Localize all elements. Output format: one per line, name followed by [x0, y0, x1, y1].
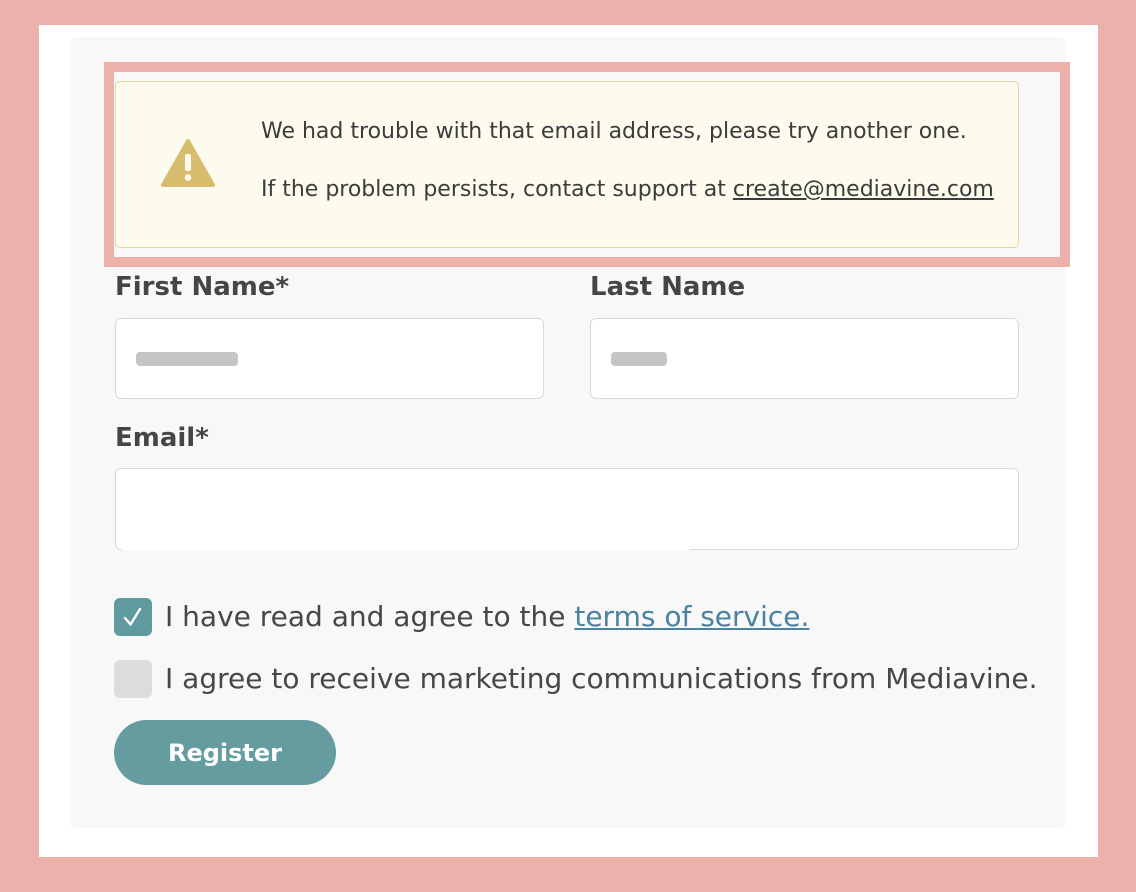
- alert-message: We had trouble with that email address, …: [261, 119, 967, 144]
- email-value-redacted: [118, 478, 693, 550]
- terms-prefix: I have read and agree to the: [165, 600, 575, 633]
- first-name-label: First Name*: [115, 272, 290, 302]
- terms-checkbox[interactable]: [114, 598, 152, 636]
- last-name-value-redacted: [611, 352, 667, 366]
- terms-of-service-link[interactable]: terms of service.: [574, 600, 809, 633]
- warning-triangle-icon: [161, 139, 215, 187]
- support-email-link[interactable]: create@mediavine.com: [733, 177, 994, 202]
- alert-support-prefix: If the problem persists, contact support…: [261, 177, 733, 202]
- email-label: Email*: [115, 423, 209, 453]
- email-error-alert: We had trouble with that email address, …: [115, 81, 1019, 248]
- marketing-checkbox[interactable]: [114, 660, 152, 698]
- terms-agreement-text: I have read and agree to the terms of se…: [165, 600, 809, 633]
- checkmark-icon: [123, 607, 142, 626]
- first-name-value-redacted: [136, 352, 238, 366]
- register-button[interactable]: Register: [114, 720, 336, 785]
- alert-support-line: If the problem persists, contact support…: [261, 177, 994, 202]
- last-name-label: Last Name: [590, 272, 746, 302]
- marketing-consent-text: I agree to receive marketing communicati…: [165, 662, 1038, 695]
